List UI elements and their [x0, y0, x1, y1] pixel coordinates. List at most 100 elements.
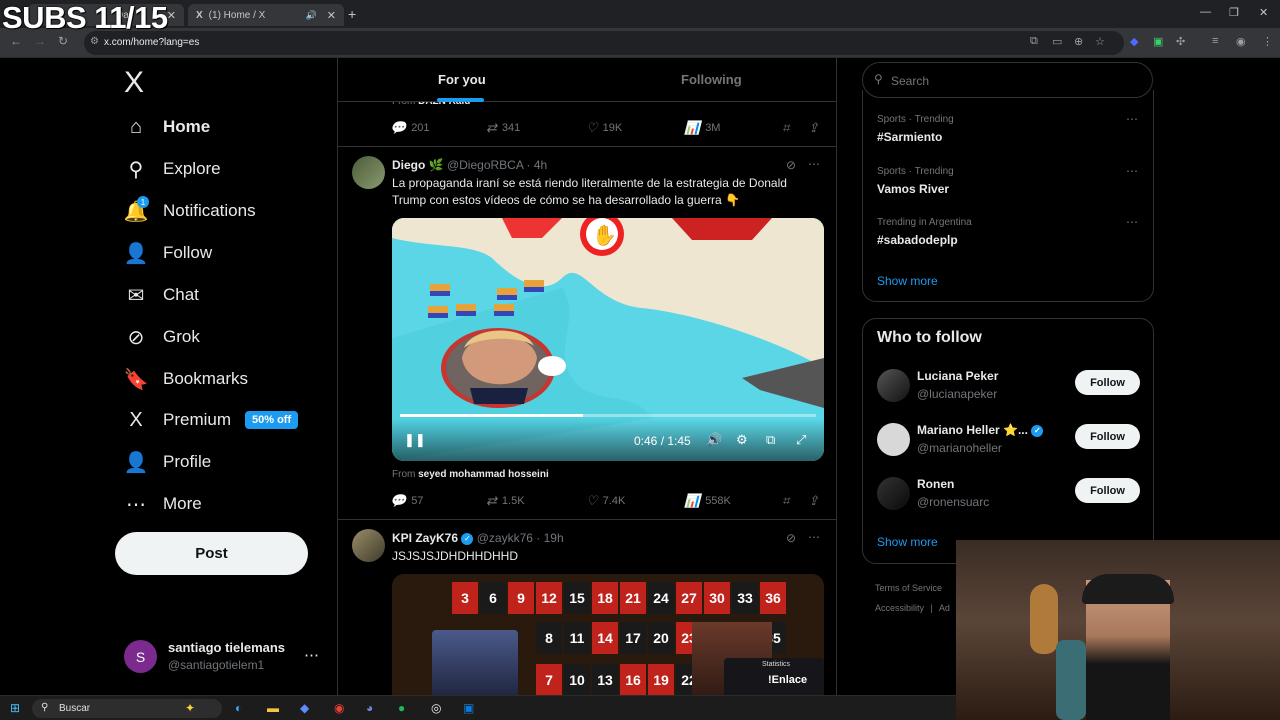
footer-link-text[interactable]: Ad — [939, 603, 950, 613]
author-handle[interactable]: @zaykk76 — [477, 531, 533, 545]
sidebar-item-follow[interactable]: 👤 Follow — [124, 233, 213, 273]
tweet-time[interactable]: · 19h — [536, 531, 563, 545]
author-name[interactable]: KPI ZayK76 — [392, 531, 458, 545]
sidebar-item-more[interactable]: ⋯ More — [124, 484, 202, 524]
author-name[interactable]: Diego 🌿 — [392, 158, 444, 172]
cast-icon[interactable]: ▭ — [1052, 35, 1062, 48]
windows-start-icon[interactable]: ⊞ — [10, 701, 20, 715]
profile-avatar-icon[interactable]: ◉ — [1236, 35, 1246, 48]
sidebar-item-home[interactable]: ⌂ Home — [124, 107, 210, 147]
bookmark-button[interactable]: ⌗ — [782, 120, 794, 136]
chrome-icon[interactable]: ◉ — [334, 701, 344, 715]
url-field[interactable]: ⚙ x.com/home?lang=es — [84, 31, 1124, 55]
extension-icon[interactable]: ▣ — [1153, 35, 1163, 48]
show-more-link[interactable]: Show more — [877, 274, 938, 288]
video-progress-bar[interactable] — [400, 414, 816, 417]
sidebar-item-grok[interactable]: ⊘ Grok — [124, 317, 200, 357]
new-tab-button[interactable]: + — [348, 6, 356, 22]
translate-icon[interactable]: ⧉ — [1030, 35, 1038, 48]
views-button[interactable]: 📊 558K — [684, 493, 731, 509]
share-button[interactable]: ⇪ — [808, 493, 824, 509]
follow-button[interactable]: Follow — [1075, 370, 1140, 395]
follow-button[interactable]: Follow — [1075, 478, 1140, 503]
app-icon[interactable]: ◎ — [431, 701, 441, 715]
minimize-icon[interactable]: — — [1200, 6, 1211, 18]
media-icon[interactable]: ≡ — [1212, 35, 1218, 47]
bookmark-button[interactable]: ⌗ — [782, 493, 794, 509]
source-name[interactable]: seyed mohammad hosseini — [418, 469, 549, 480]
menu-kebab-icon[interactable]: ⋮ — [1262, 35, 1273, 48]
follow-suggestion[interactable]: Mariano Heller ⭐... ✓ @marianoheller Fol… — [877, 421, 1141, 457]
repost-button[interactable]: ⇄ 1.5K — [486, 493, 525, 509]
more-icon[interactable]: ⋯ — [1126, 112, 1139, 126]
tab-close-icon[interactable]: ✕ — [327, 9, 336, 22]
like-button[interactable]: ♡ 7.4K — [586, 493, 625, 509]
tweet-time[interactable]: · 4h — [527, 158, 548, 172]
bookmark-star-icon[interactable]: ☆ — [1095, 35, 1105, 48]
reply-button[interactable]: 💬 201 — [390, 120, 430, 136]
video-player[interactable]: ✋ ❚❚ 0:46 / 1:45 🔊 ⚙ ⧉ ⤢ — [392, 218, 824, 461]
puzzle-icon[interactable]: ✣ — [1176, 35, 1185, 48]
avatar[interactable] — [352, 156, 385, 189]
browser-tab-active[interactable]: X (1) Home / X 🔊 ✕ — [188, 4, 344, 26]
widget-icon[interactable]: ✦ — [185, 701, 195, 715]
speaker-icon[interactable]: 🔊 — [306, 10, 317, 21]
footer-link-text[interactable]: Accessibility — [875, 603, 924, 613]
sidebar-item-notifications[interactable]: 🔔 1 Notifications — [124, 191, 256, 231]
tweet-media-image[interactable]: 3691215182124273033368111417202326357101… — [392, 574, 824, 698]
sidebar-item-premium[interactable]: X Premium 50% off — [124, 400, 299, 440]
discord-icon[interactable]: ◕ — [366, 701, 373, 715]
spotify-icon[interactable]: ● — [398, 701, 405, 715]
tab-for-you[interactable]: For you — [438, 72, 486, 87]
follow-suggestion[interactable]: Ronen @ronensuarc Follow — [877, 475, 1141, 511]
footer-link[interactable]: Terms of Service — [875, 583, 942, 593]
settings-icon[interactable]: ⚙ — [736, 432, 748, 448]
copilot-icon[interactable]: ◆ — [300, 701, 309, 715]
more-icon[interactable]: ⋯ — [1126, 215, 1139, 229]
like-button[interactable]: ♡ 19K — [586, 120, 622, 136]
pip-icon[interactable]: ⧉ — [766, 432, 775, 448]
follow-suggestion[interactable]: Luciana Peker @lucianapeker Follow — [877, 367, 1141, 403]
sidebar-item-bookmarks[interactable]: 🔖 Bookmarks — [124, 359, 248, 399]
site-info-icon[interactable]: ⚙ — [90, 36, 99, 47]
pause-icon[interactable]: ❚❚ — [404, 432, 426, 448]
reply-button[interactable]: 💬 57 — [390, 493, 423, 509]
forward-icon[interactable]: → — [34, 34, 46, 48]
share-button[interactable]: ⇪ — [808, 120, 824, 136]
trend-item[interactable]: Sports · Trending #Sarmiento ⋯ — [877, 112, 1139, 144]
more-icon[interactable]: ⋯ — [808, 530, 821, 544]
sidebar-item-profile[interactable]: 👤 Profile — [124, 442, 212, 482]
fullscreen-icon[interactable]: ⤢ — [796, 432, 806, 448]
zoom-icon[interactable]: ⊕ — [1074, 35, 1083, 48]
tab-following[interactable]: Following — [681, 72, 742, 87]
reload-icon[interactable]: ↻ — [58, 34, 68, 48]
more-icon[interactable]: ⋯ — [1126, 164, 1139, 178]
more-icon[interactable]: ⋯ — [304, 646, 319, 664]
tab-close-icon[interactable]: ✕ — [167, 9, 176, 22]
folder-icon[interactable]: ▬ — [267, 701, 279, 715]
author-handle[interactable]: @DiegoRBCA — [447, 158, 523, 172]
outlook-icon[interactable]: ▣ — [463, 701, 474, 715]
restore-icon[interactable]: ❐ — [1229, 6, 1239, 19]
grok-icon[interactable]: ⊘ — [786, 158, 796, 172]
sidebar-item-chat[interactable]: ✉ Chat — [124, 275, 199, 315]
edge-icon[interactable]: ◐ — [235, 701, 242, 715]
post-button[interactable]: Post — [115, 532, 308, 575]
close-window-icon[interactable]: ✕ — [1259, 6, 1268, 19]
follow-button[interactable]: Follow — [1075, 424, 1140, 449]
more-icon[interactable]: ⋯ — [808, 157, 821, 171]
avatar[interactable] — [352, 529, 385, 562]
grok-icon[interactable]: ⊘ — [786, 531, 796, 545]
trend-item[interactable]: Trending in Argentina #sabadodeplp ⋯ — [877, 215, 1139, 247]
views-button[interactable]: 📊 3M — [684, 120, 720, 136]
trend-item[interactable]: Sports · Trending Vamos River ⋯ — [877, 164, 1139, 196]
footer-link[interactable]: Accessibility | Ad — [875, 603, 950, 613]
repost-button[interactable]: ⇄ 341 — [486, 120, 520, 136]
back-icon[interactable]: ← — [10, 34, 22, 48]
extension-icon[interactable]: ◆ — [1130, 35, 1138, 48]
x-logo[interactable]: X — [124, 66, 144, 100]
sidebar-item-explore[interactable]: ⚲ Explore — [124, 149, 221, 189]
volume-icon[interactable]: 🔊 — [706, 432, 722, 448]
account-switcher[interactable]: S santiago tielemans @santiagotielem1 ⋯ — [124, 638, 324, 678]
show-more-link[interactable]: Show more — [877, 535, 938, 549]
